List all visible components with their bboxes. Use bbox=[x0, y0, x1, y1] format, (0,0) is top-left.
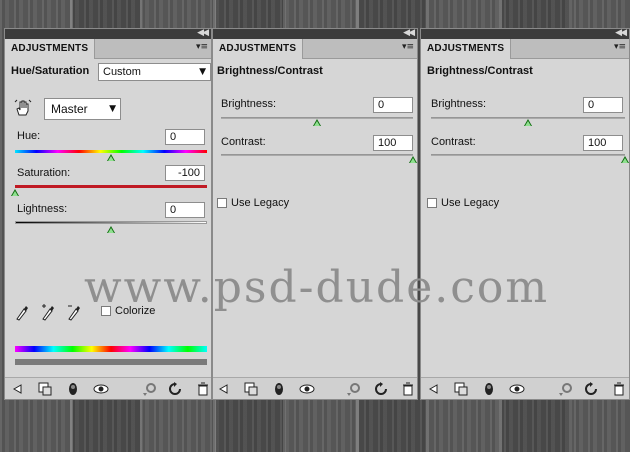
lightness-track[interactable] bbox=[15, 221, 207, 224]
reset-icon[interactable] bbox=[373, 381, 389, 397]
eye-icon[interactable] bbox=[509, 381, 525, 397]
use-legacy-checkbox[interactable] bbox=[427, 198, 437, 208]
panel-tabbar: ADJUSTMENTS ▾≡ bbox=[421, 39, 629, 59]
lightness-slider-thumb[interactable] bbox=[107, 226, 115, 233]
previous-state-icon[interactable] bbox=[345, 381, 361, 397]
brightness-slider-thumb[interactable] bbox=[313, 119, 321, 126]
brightness-slider-thumb[interactable] bbox=[524, 119, 532, 126]
contrast-input[interactable]: 100 bbox=[583, 135, 623, 151]
watermark-text: www.psd-dude.com bbox=[84, 262, 550, 313]
contrast-slider-thumb[interactable] bbox=[621, 156, 629, 163]
panel-menu-icon[interactable]: ▾≡ bbox=[402, 42, 414, 52]
contrast-track[interactable] bbox=[221, 154, 413, 156]
clip-to-layer-icon[interactable] bbox=[243, 381, 259, 397]
channel-select[interactable]: Master ▼ bbox=[44, 98, 121, 120]
previous-state-icon[interactable] bbox=[141, 381, 157, 397]
double-chevron-left-icon[interactable]: ◀◀ bbox=[403, 28, 415, 38]
brightness-input[interactable]: 0 bbox=[583, 97, 623, 113]
adjustment-title: Brightness/Contrast bbox=[217, 65, 323, 77]
adjustment-title: Hue/Saturation bbox=[11, 65, 90, 77]
trash-icon[interactable] bbox=[195, 381, 211, 397]
contrast-input[interactable]: 100 bbox=[373, 135, 413, 151]
contrast-track[interactable] bbox=[431, 154, 625, 156]
chevron-down-icon: ▼ bbox=[109, 104, 116, 114]
trash-icon[interactable] bbox=[611, 381, 627, 397]
chevron-down-icon: ▼ bbox=[199, 67, 206, 77]
use-legacy-label: Use Legacy bbox=[441, 197, 500, 209]
layer-visibility-circle-icon[interactable] bbox=[271, 381, 287, 397]
panel-menu-icon[interactable]: ▾≡ bbox=[196, 42, 208, 52]
contrast-label: Contrast: bbox=[221, 136, 266, 148]
adjustment-title: Brightness/Contrast bbox=[427, 65, 533, 77]
eye-icon[interactable] bbox=[93, 381, 109, 397]
brightness-contrast-panel-2: ◀◀ ADJUSTMENTS ▾≡ Brightness/Contrast Br… bbox=[420, 28, 630, 400]
back-arrow-icon[interactable] bbox=[9, 381, 25, 397]
hue-label: Hue: bbox=[17, 130, 41, 142]
brightness-input[interactable]: 0 bbox=[373, 97, 413, 113]
double-chevron-left-icon[interactable]: ◀◀ bbox=[197, 28, 209, 38]
reset-icon[interactable] bbox=[583, 381, 599, 397]
trash-icon[interactable] bbox=[400, 381, 416, 397]
layer-visibility-circle-icon[interactable] bbox=[65, 381, 81, 397]
panel-footer bbox=[213, 377, 417, 399]
panel-footer bbox=[5, 377, 211, 399]
tab-adjustments[interactable]: ADJUSTMENTS bbox=[5, 39, 96, 59]
targeted-adjustment-hand-icon[interactable] bbox=[14, 99, 32, 117]
use-legacy-label: Use Legacy bbox=[231, 197, 290, 209]
use-legacy-checkbox[interactable] bbox=[217, 198, 227, 208]
contrast-label: Contrast: bbox=[431, 136, 476, 148]
previous-state-icon[interactable] bbox=[557, 381, 573, 397]
reset-icon[interactable] bbox=[167, 381, 183, 397]
eye-icon[interactable] bbox=[299, 381, 315, 397]
preset-select[interactable]: Custom ▼ bbox=[98, 63, 211, 81]
hue-slider-thumb[interactable] bbox=[107, 154, 115, 161]
back-arrow-icon[interactable] bbox=[215, 381, 231, 397]
back-arrow-icon[interactable] bbox=[425, 381, 441, 397]
panel-footer bbox=[421, 377, 629, 399]
contrast-slider-thumb[interactable] bbox=[409, 156, 417, 163]
clip-to-layer-icon[interactable] bbox=[37, 381, 53, 397]
panel-topbar: ◀◀ bbox=[421, 28, 629, 39]
hue-saturation-panel: ◀◀ ADJUSTMENTS ▾≡ Hue/Saturation Custom … bbox=[4, 28, 212, 400]
eyedropper-icon[interactable] bbox=[15, 303, 29, 321]
lightness-input[interactable]: 0 bbox=[165, 202, 205, 218]
brightness-label: Brightness: bbox=[221, 98, 277, 110]
brightness-label: Brightness: bbox=[431, 98, 487, 110]
panel-topbar: ◀◀ bbox=[5, 28, 211, 39]
panel-topbar: ◀◀ bbox=[213, 28, 417, 39]
saturation-input[interactable]: -100 bbox=[165, 165, 205, 181]
saturation-track[interactable] bbox=[15, 185, 207, 188]
tab-adjustments[interactable]: ADJUSTMENTS bbox=[213, 39, 304, 59]
panel-menu-icon[interactable]: ▾≡ bbox=[614, 42, 626, 52]
brightness-contrast-panel: ◀◀ ADJUSTMENTS ▾≡ Brightness/Contrast Br… bbox=[212, 28, 418, 400]
layer-visibility-circle-icon[interactable] bbox=[481, 381, 497, 397]
clip-to-layer-icon[interactable] bbox=[453, 381, 469, 397]
tab-adjustments[interactable]: ADJUSTMENTS bbox=[421, 39, 512, 59]
lightness-label: Lightness: bbox=[17, 203, 68, 215]
hue-input[interactable]: 0 bbox=[165, 129, 205, 145]
panel-tabbar: ADJUSTMENTS ▾≡ bbox=[213, 39, 417, 59]
input-spectrum-bar bbox=[15, 346, 207, 352]
channel-select-value: Master bbox=[51, 102, 88, 116]
eyedropper-plus-icon[interactable] bbox=[41, 303, 55, 321]
result-spectrum-bar bbox=[15, 359, 207, 365]
saturation-label: Saturation: bbox=[17, 167, 71, 179]
hue-spectrum-track[interactable] bbox=[15, 150, 207, 153]
double-chevron-left-icon[interactable]: ◀◀ bbox=[615, 28, 627, 38]
panel-tabbar: ADJUSTMENTS ▾≡ bbox=[5, 39, 211, 59]
saturation-slider-thumb[interactable] bbox=[11, 189, 19, 196]
wood-background-bottom bbox=[0, 400, 630, 452]
eyedropper-minus-icon[interactable] bbox=[67, 303, 81, 321]
preset-select-value: Custom bbox=[103, 66, 141, 78]
